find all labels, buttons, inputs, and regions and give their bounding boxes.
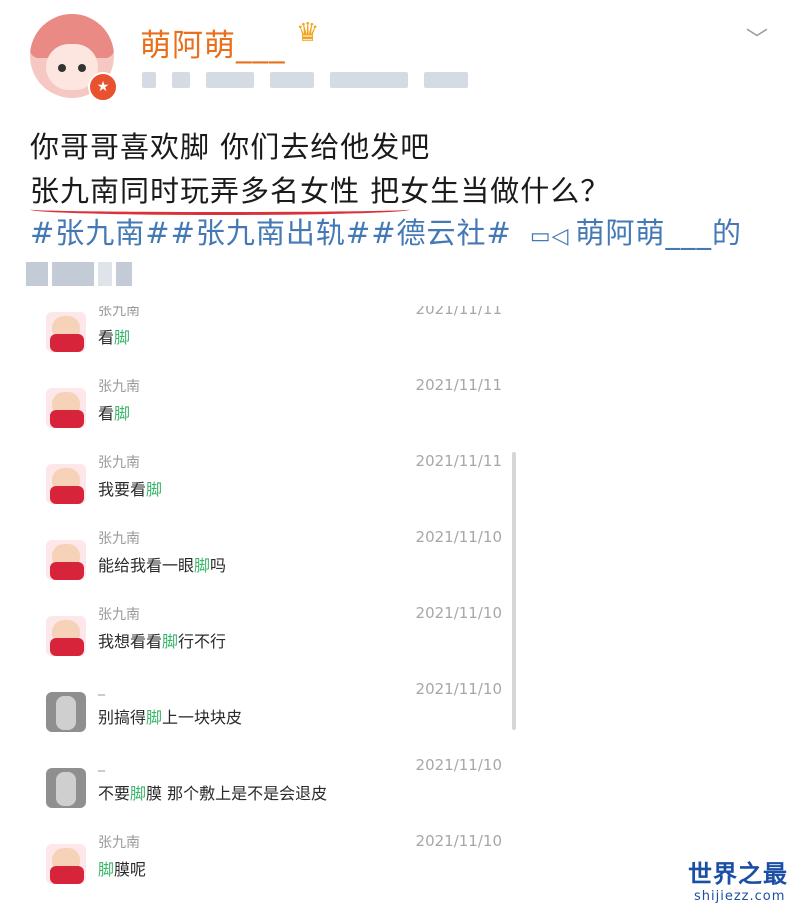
- chat-row[interactable]: _ 2021/11/10 别搞得脚上一块块皮: [32, 674, 524, 750]
- avatar: [46, 616, 86, 656]
- message-date: 2021/11/11: [415, 376, 502, 394]
- message-date: 2021/11/10: [415, 832, 502, 850]
- message-text-post: 膜呢: [114, 860, 147, 879]
- avatar-eye: [58, 64, 66, 72]
- tag-list: #张九南##张九南出轨##德云社# ▭◁ 萌阿萌___的: [30, 210, 742, 252]
- chat-row[interactable]: 张九南 2021/11/11 看脚: [32, 306, 524, 370]
- message-highlight: 脚: [146, 708, 163, 727]
- message-text-post: 行不行: [178, 632, 227, 651]
- chat-row[interactable]: 张九南 2021/11/10 脚膜呢: [32, 826, 524, 902]
- message-text-pre: 能给我看一眼: [98, 556, 195, 575]
- watermark: 世界之最 shijiezz.com: [688, 854, 794, 904]
- sender-name: _: [98, 680, 105, 696]
- message-text: 不要脚膜 那个敷上是不是会退皮: [98, 780, 327, 804]
- badge-icon: ★: [88, 72, 118, 102]
- chat-history: 张九南 2021/11/11 看脚 张九南 2021/11/11 看脚 张九南 2021/11…: [32, 306, 524, 912]
- avatar: [46, 464, 86, 504]
- avatar-eye: [78, 64, 86, 72]
- avatar: [46, 692, 86, 732]
- chat-row[interactable]: _ 2021/11/10 不要脚膜 那个敷上是不是会退皮: [32, 750, 524, 826]
- message-highlight: 脚: [194, 556, 211, 575]
- chevron-down-icon[interactable]: ﹀: [746, 22, 768, 54]
- chat-row[interactable]: 张九南 2021/11/11 看脚: [32, 370, 524, 446]
- message-text: 我要看脚: [98, 476, 162, 500]
- message-date: 2021/11/11: [415, 452, 502, 470]
- username[interactable]: 萌阿萌___: [140, 20, 286, 65]
- chat-row[interactable]: 张九南 2021/11/10 能给我看一眼脚吗: [32, 522, 524, 598]
- message-date: 2021/11/10: [415, 680, 502, 698]
- message-date: 2021/11/11: [415, 306, 502, 318]
- avatar: [46, 768, 86, 808]
- sender-name: 张九南: [98, 306, 140, 319]
- avatar: [46, 312, 86, 352]
- message-date: 2021/11/10: [415, 528, 502, 546]
- message-text-pre: 不要: [98, 784, 131, 803]
- watermark-url: shijiezz.com: [694, 889, 786, 904]
- scrollbar[interactable]: [512, 452, 516, 730]
- sender-name: 张九南: [98, 379, 140, 395]
- message-highlight: 脚: [114, 404, 131, 423]
- message-highlight: 脚: [130, 784, 147, 803]
- post-footer: [26, 262, 132, 286]
- sender-name: 张九南: [98, 607, 140, 623]
- post-meta: [142, 72, 468, 88]
- avatar: [46, 540, 86, 580]
- message-text: 脚膜呢: [98, 856, 146, 880]
- message-text: 能给我看一眼脚吗: [98, 552, 226, 576]
- sender-name: 张九南: [98, 455, 140, 471]
- message-highlight: 脚: [146, 480, 163, 499]
- tag-link[interactable]: #张九南#: [30, 210, 171, 252]
- message-highlight: 脚: [114, 328, 131, 347]
- message-date: 2021/11/10: [415, 756, 502, 774]
- message-text-pre: 看: [98, 404, 115, 423]
- sender-name: 张九南: [98, 835, 140, 851]
- message-text-pre: 别搞得: [98, 708, 147, 727]
- watermark-title: 世界之最: [688, 860, 788, 888]
- message-text-pre: 我想看看: [98, 632, 163, 651]
- message-text-post: 上一块块皮: [162, 708, 243, 727]
- crown-icon: ♛: [296, 18, 320, 48]
- message-text-post: 膜 那个敷上是不是会退皮: [146, 784, 328, 803]
- avatar: [46, 844, 86, 884]
- tag-link[interactable]: #张九南出轨#: [171, 210, 372, 252]
- post-text-line-1: 你哥哥喜欢脚 你们去给他发吧: [30, 130, 431, 164]
- message-highlight: 脚: [162, 632, 179, 651]
- tag-link[interactable]: #德云社#: [371, 210, 512, 252]
- sender-name: _: [98, 756, 105, 772]
- message-text-pre: 看: [98, 328, 115, 347]
- message-text: 我想看看脚行不行: [98, 628, 226, 652]
- sender-name: 张九南: [98, 531, 140, 547]
- message-date: 2021/11/10: [415, 604, 502, 622]
- message-highlight: 脚: [98, 860, 115, 879]
- message-text: 看脚: [98, 324, 130, 348]
- video-icon: ▭◁: [529, 224, 570, 249]
- avatar: [46, 388, 86, 428]
- message-text: 看脚: [98, 400, 130, 424]
- message-text: 别搞得脚上一块块皮: [98, 704, 242, 728]
- chat-row[interactable]: 张九南 2021/11/10 我想看看脚行不行: [32, 598, 524, 674]
- message-text-post: 吗: [210, 556, 227, 575]
- chat-row[interactable]: 张九南 2021/11/11 我要看脚: [32, 446, 524, 522]
- source-link[interactable]: 萌阿萌___的: [576, 210, 743, 252]
- message-text-pre: 我要看: [98, 480, 147, 499]
